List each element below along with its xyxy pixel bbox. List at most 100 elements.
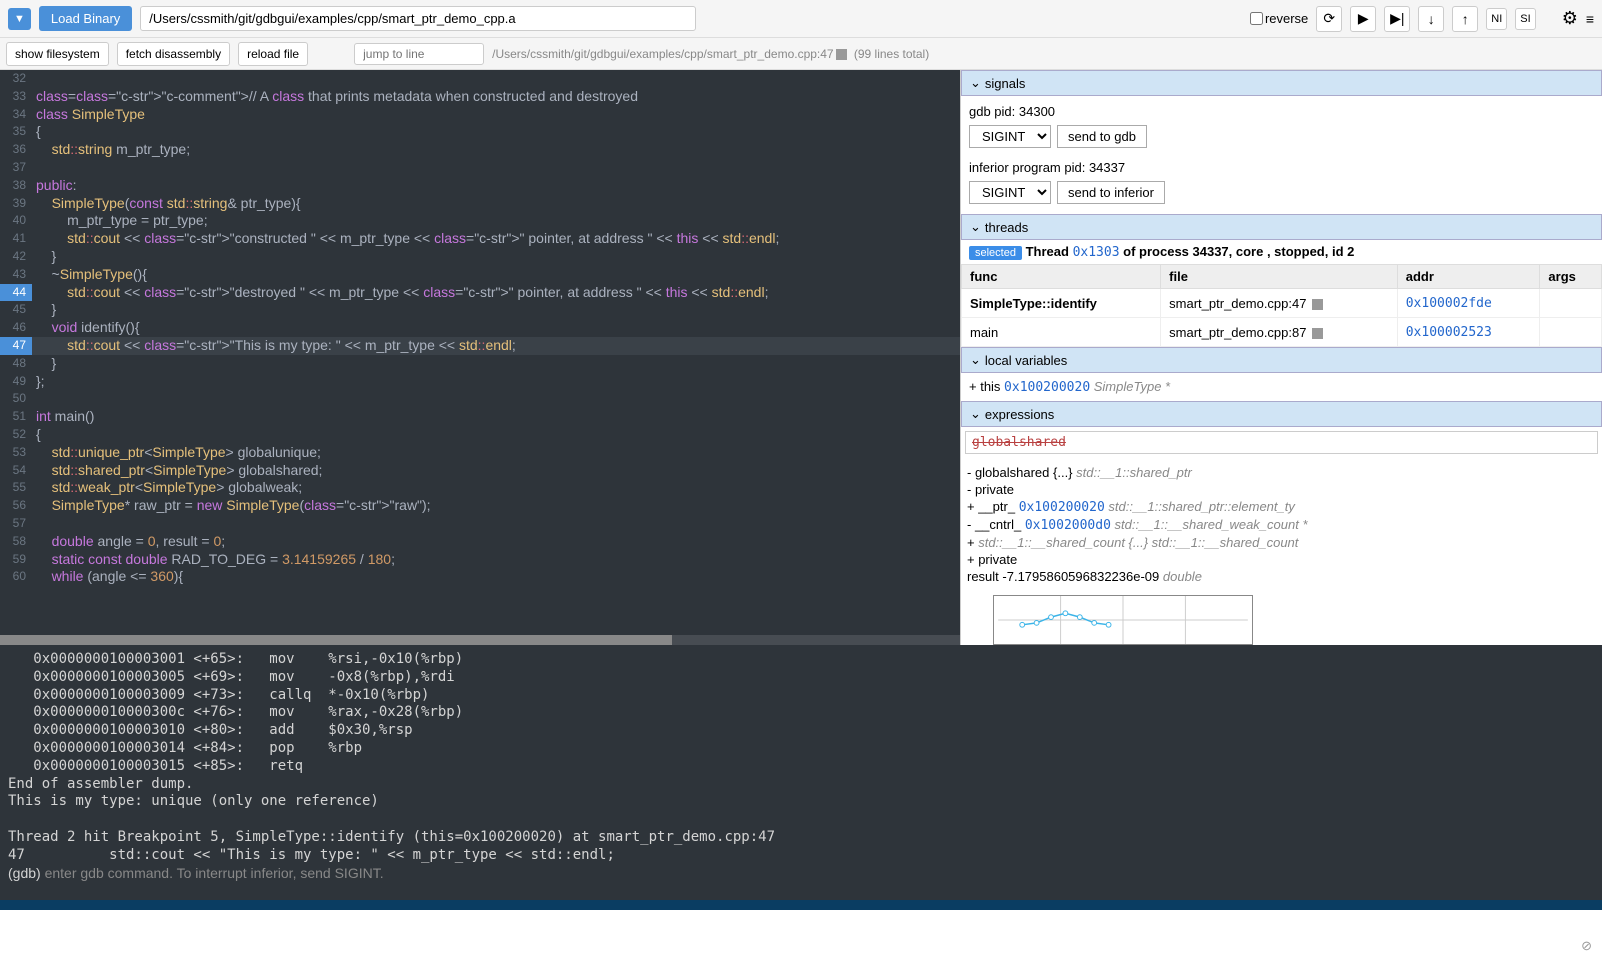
gutter[interactable]: 33 bbox=[0, 88, 32, 106]
source-line[interactable]: 46 void identify(){ bbox=[0, 319, 960, 337]
source-line[interactable]: 42 } bbox=[0, 248, 960, 266]
gutter[interactable]: 34 bbox=[0, 106, 32, 124]
reverse-toggle[interactable]: reverse bbox=[1250, 11, 1308, 26]
source-line[interactable]: 52{ bbox=[0, 426, 960, 444]
source-hscrollbar[interactable] bbox=[0, 635, 960, 645]
tree-node[interactable]: - globalshared {...} std::__1::shared_pt… bbox=[967, 464, 1596, 481]
source-line[interactable]: 54 std::shared_ptr<SimpleType> globalsha… bbox=[0, 462, 960, 480]
thread-id-link[interactable]: 0x1303 bbox=[1073, 245, 1120, 260]
jump-to-line-input[interactable] bbox=[354, 43, 484, 65]
locals-header[interactable]: ⌄local variables bbox=[961, 347, 1602, 373]
cancel-icon[interactable]: ⊘ bbox=[1581, 938, 1592, 954]
menu-icon[interactable]: ≡ bbox=[1586, 11, 1594, 27]
gutter[interactable]: 38 bbox=[0, 177, 32, 195]
gutter[interactable]: 41 bbox=[0, 230, 32, 248]
tree-node[interactable]: - __cntrl_ 0x1002000d0 std::__1::__share… bbox=[967, 516, 1596, 534]
load-binary-button[interactable]: Load Binary bbox=[39, 6, 132, 31]
source-line[interactable]: 47 std::cout << class="c-str">"This is m… bbox=[0, 337, 960, 355]
step-instruction-button[interactable]: SI bbox=[1515, 8, 1535, 30]
source-line[interactable]: 58 double angle = 0, result = 0; bbox=[0, 533, 960, 551]
next-instruction-button[interactable]: NI bbox=[1486, 8, 1507, 30]
gutter[interactable]: 53 bbox=[0, 444, 32, 462]
source-line[interactable]: 48 } bbox=[0, 355, 960, 373]
threads-header[interactable]: ⌄threads bbox=[961, 214, 1602, 240]
step-out-button[interactable]: ↑ bbox=[1452, 6, 1478, 32]
binary-dropdown[interactable]: ▼ bbox=[8, 8, 31, 30]
gutter[interactable]: 42 bbox=[0, 248, 32, 266]
copy-icon[interactable] bbox=[836, 49, 847, 60]
source-line[interactable]: 55 std::weak_ptr<SimpleType> globalweak; bbox=[0, 479, 960, 497]
expression-input[interactable] bbox=[965, 431, 1598, 454]
stack-row[interactable]: mainsmart_ptr_demo.cpp:87 0x100002523 bbox=[962, 318, 1602, 347]
step-over-button[interactable]: ↓ bbox=[1418, 6, 1444, 32]
source-line[interactable]: 44 std::cout << class="c-str">"destroyed… bbox=[0, 284, 960, 302]
gutter[interactable]: 35 bbox=[0, 123, 32, 141]
source-line[interactable]: 37 bbox=[0, 159, 960, 177]
source-line[interactable]: 51int main() bbox=[0, 408, 960, 426]
gutter[interactable]: 44 bbox=[0, 284, 32, 302]
source-line[interactable]: 38public: bbox=[0, 177, 960, 195]
tree-node[interactable]: result -7.1795860596832236e-09 double bbox=[967, 568, 1596, 585]
source-pane[interactable]: 3233class=class="c-str">"c-comment">// A… bbox=[0, 70, 960, 645]
gutter[interactable]: 47 bbox=[0, 337, 32, 355]
source-line[interactable]: 34class SimpleType bbox=[0, 106, 960, 124]
gutter[interactable]: 39 bbox=[0, 195, 32, 213]
source-line[interactable]: 33class=class="c-str">"c-comment">// A c… bbox=[0, 88, 960, 106]
tree-node[interactable]: - private bbox=[967, 481, 1596, 498]
signals-header[interactable]: ⌄signals bbox=[961, 70, 1602, 96]
tree-node[interactable]: + std::__1::__shared_count {...} std::__… bbox=[967, 534, 1596, 551]
send-to-inferior-button[interactable]: send to inferior bbox=[1057, 181, 1165, 204]
expression-tree[interactable]: - globalshared {...} std::__1::shared_pt… bbox=[961, 458, 1602, 591]
gutter[interactable]: 46 bbox=[0, 319, 32, 337]
gutter[interactable]: 60 bbox=[0, 568, 32, 586]
source-line[interactable]: 39 SimpleType(const std::string& ptr_typ… bbox=[0, 195, 960, 213]
source-line[interactable]: 53 std::unique_ptr<SimpleType> globaluni… bbox=[0, 444, 960, 462]
gutter[interactable]: 51 bbox=[0, 408, 32, 426]
gutter[interactable]: 59 bbox=[0, 551, 32, 569]
tree-node[interactable]: + __ptr_ 0x100200020 std::__1::shared_pt… bbox=[967, 498, 1596, 516]
source-line[interactable]: 32 bbox=[0, 70, 960, 88]
gutter[interactable]: 50 bbox=[0, 390, 32, 408]
binary-path-input[interactable] bbox=[140, 6, 696, 31]
tree-node[interactable]: + private bbox=[967, 551, 1596, 568]
show-filesystem-button[interactable]: show filesystem bbox=[6, 42, 109, 66]
source-line[interactable]: 56 SimpleType* raw_ptr = new SimpleType(… bbox=[0, 497, 960, 515]
gutter[interactable]: 54 bbox=[0, 462, 32, 480]
fetch-disassembly-button[interactable]: fetch disassembly bbox=[117, 42, 230, 66]
gutter[interactable]: 55 bbox=[0, 479, 32, 497]
local-var-addr[interactable]: 0x100200020 bbox=[1004, 380, 1090, 395]
gdb-signal-select[interactable]: SIGINT bbox=[969, 125, 1051, 148]
gutter[interactable]: 43 bbox=[0, 266, 32, 284]
gutter[interactable]: 57 bbox=[0, 515, 32, 533]
addr-link[interactable]: 0x100002523 bbox=[1406, 325, 1492, 340]
send-to-gdb-button[interactable]: send to gdb bbox=[1057, 125, 1147, 148]
continue-button[interactable]: ▶ bbox=[1350, 6, 1376, 32]
gdb-terminal[interactable]: 0x0000000100003001 <+65>: mov %rsi,-0x10… bbox=[0, 645, 1602, 900]
gutter[interactable]: 49 bbox=[0, 373, 32, 391]
gutter[interactable]: 40 bbox=[0, 212, 32, 230]
reload-file-button[interactable]: reload file bbox=[238, 42, 308, 66]
settings-icon[interactable]: ⚙ bbox=[1562, 8, 1578, 29]
gutter[interactable]: 37 bbox=[0, 159, 32, 177]
source-line[interactable]: 45 } bbox=[0, 301, 960, 319]
gutter[interactable]: 45 bbox=[0, 301, 32, 319]
source-line[interactable]: 41 std::cout << class="c-str">"construct… bbox=[0, 230, 960, 248]
source-line[interactable]: 40 m_ptr_type = ptr_type; bbox=[0, 212, 960, 230]
source-line[interactable]: 35{ bbox=[0, 123, 960, 141]
gutter[interactable]: 32 bbox=[0, 70, 32, 88]
source-line[interactable]: 60 while (angle <= 360){ bbox=[0, 568, 960, 586]
gutter[interactable]: 56 bbox=[0, 497, 32, 515]
expressions-header[interactable]: ⌄expressions bbox=[961, 401, 1602, 427]
gutter[interactable]: 48 bbox=[0, 355, 32, 373]
gutter[interactable]: 52 bbox=[0, 426, 32, 444]
restart-button[interactable]: ⟳ bbox=[1316, 6, 1342, 32]
source-line[interactable]: 49}; bbox=[0, 373, 960, 391]
gutter[interactable]: 58 bbox=[0, 533, 32, 551]
source-line[interactable]: 50 bbox=[0, 390, 960, 408]
addr-link[interactable]: 0x100002fde bbox=[1406, 296, 1492, 311]
inferior-signal-select[interactable]: SIGINT bbox=[969, 181, 1051, 204]
source-line[interactable]: 59 static const double RAD_TO_DEG = 3.14… bbox=[0, 551, 960, 569]
source-line[interactable]: 43 ~SimpleType(){ bbox=[0, 266, 960, 284]
pause-button[interactable]: ▶| bbox=[1384, 6, 1410, 32]
source-line[interactable]: 36 std::string m_ptr_type; bbox=[0, 141, 960, 159]
